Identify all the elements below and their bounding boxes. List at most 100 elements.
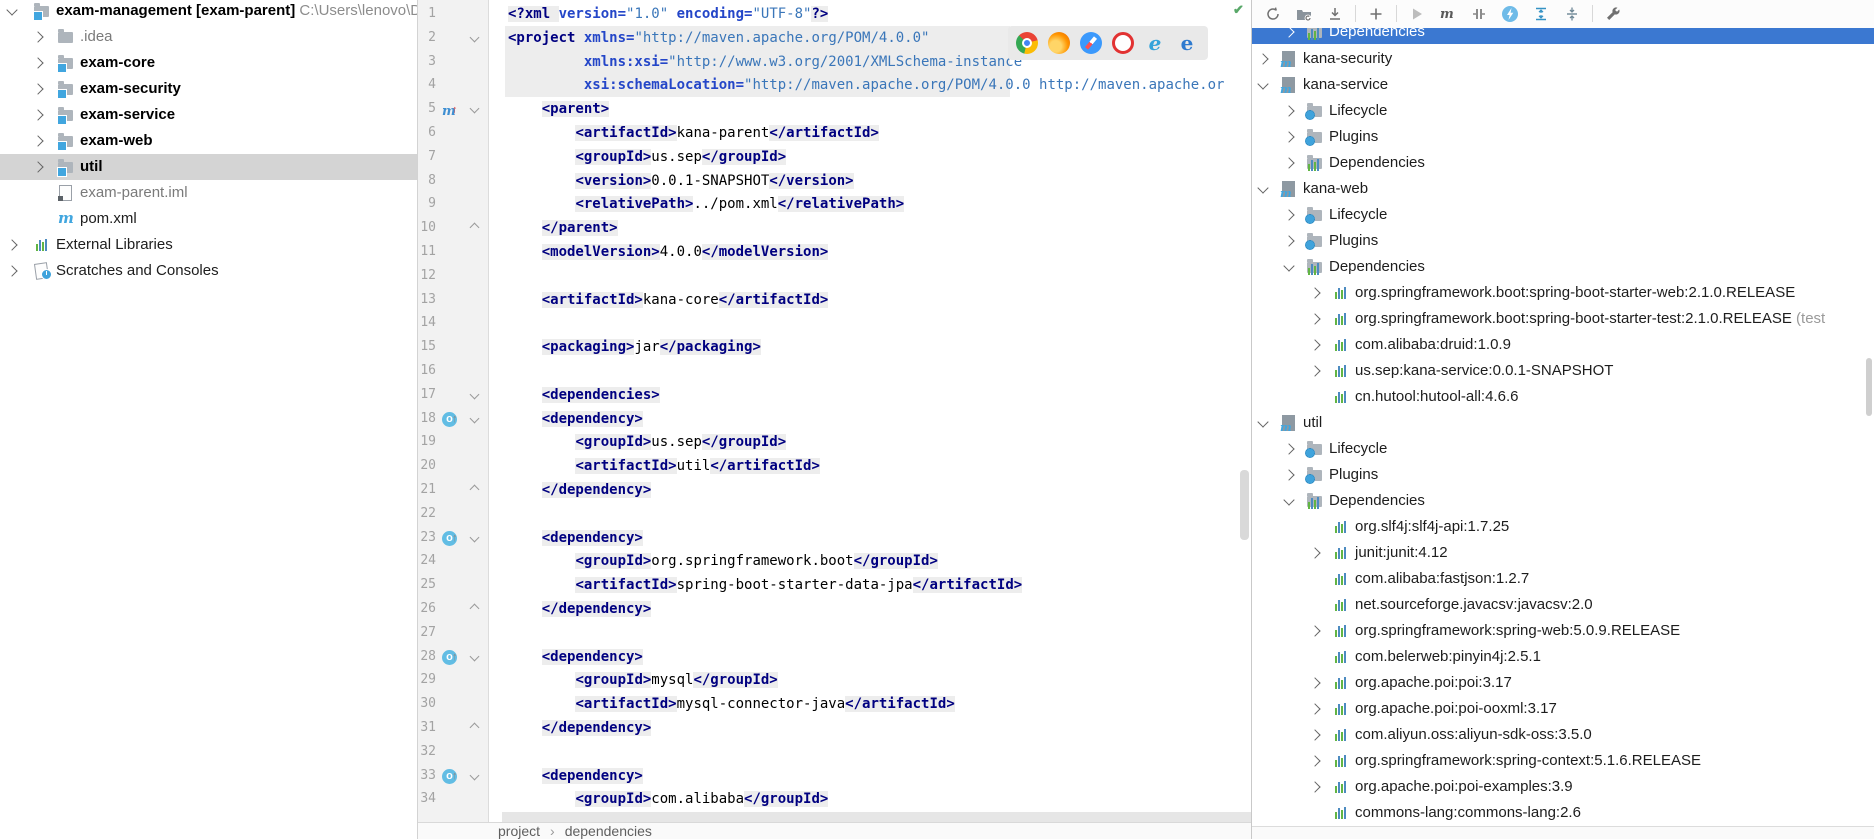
project-tree-row[interactable]: .idea [0,24,417,50]
run-button[interactable] [1406,4,1428,24]
code-line[interactable]: 22 [418,502,1251,526]
project-tree-row[interactable]: exam-service [0,102,417,128]
maven-tree-row[interactable]: org.slf4j:slf4j-api:1.7.25 [1252,514,1874,540]
expand-all-button[interactable] [1530,4,1552,24]
code-line[interactable]: 30 <artifactId>mysql-connector-java</art… [418,692,1251,716]
fold-open-icon[interactable] [470,532,480,542]
safari-icon[interactable] [1080,32,1102,54]
code-line[interactable]: 16 [418,359,1251,383]
fold-open-icon[interactable] [470,389,480,399]
maven-tree-row[interactable]: com.alibaba:druid:1.0.9 [1252,332,1874,358]
maven-tree-row[interactable]: Lifecycle [1252,98,1874,124]
code-line[interactable]: 23o↑ <dependency> [418,526,1251,550]
chevron-right-icon[interactable] [1309,547,1320,558]
maven-tree-row[interactable]: Plugins [1252,124,1874,150]
execute-goal-button[interactable]: m [1437,4,1459,24]
fold-open-icon[interactable] [470,413,480,423]
code-line[interactable]: 6 <artifactId>kana-parent</artifactId> [418,121,1251,145]
project-tree-row[interactable]: exam-web [0,128,417,154]
chevron-right-icon[interactable] [1309,729,1320,740]
inspection-ok-icon[interactable]: ✔ [1233,2,1244,18]
maven-tree-row[interactable]: org.springframework:spring-web:5.0.9.REL… [1252,618,1874,644]
code-line[interactable]: 20 <artifactId>util</artifactId> [418,454,1251,478]
maven-tree-row[interactable]: Lifecycle [1252,202,1874,228]
chevron-right-icon[interactable] [1309,755,1320,766]
chevron-right-icon[interactable] [1283,157,1294,168]
code-line[interactable]: 14 [418,311,1251,335]
ie-icon[interactable]: e [1144,32,1166,54]
fold-close-icon[interactable] [470,723,480,733]
code-line[interactable]: 18o↑ <dependency> [418,407,1251,431]
fold-open-icon[interactable] [470,32,480,42]
code-line[interactable]: 10 </parent> [418,216,1251,240]
editor-scrollbar[interactable] [1240,470,1249,540]
maven-tree-row[interactable]: org.springframework:spring-context:5.1.6… [1252,748,1874,774]
code-line[interactable]: 7 <groupId>us.sep</groupId> [418,145,1251,169]
override-gutter-icon[interactable]: o↑ [442,410,460,428]
fold-open-icon[interactable] [470,104,480,114]
override-gutter-icon[interactable]: o↑ [442,648,460,666]
project-tree-row[interactable]: exam-management [exam-parent] C:\Users\l… [0,0,417,24]
maven-hscrollbar[interactable] [1252,826,1874,839]
code-line[interactable]: 33o↑ <dependency> [418,764,1251,788]
project-tree-row[interactable]: exam-parent.iml [0,180,417,206]
collapse-all-button[interactable] [1561,4,1583,24]
code-line[interactable]: 28o↑ <dependency> [418,645,1251,669]
maven-tree-row[interactable]: commons-lang:commons-lang:2.6 [1252,800,1874,826]
project-tree-row[interactable]: exam-security [0,76,417,102]
code-line[interactable]: 32 [418,740,1251,764]
maven-tree-row[interactable]: Lifecycle [1252,436,1874,462]
code-line[interactable]: 34 <groupId>com.alibaba</groupId> [418,787,1251,811]
chevron-right-icon[interactable] [1283,469,1294,480]
maven-tree-row[interactable]: us.sep:kana-service:0.0.1-SNAPSHOT [1252,358,1874,384]
fold-close-icon[interactable] [470,604,480,614]
edge-icon[interactable]: e [1176,32,1198,54]
add-maven-project-button[interactable] [1365,4,1387,24]
skip-tests-button[interactable] [1499,4,1521,24]
chevron-right-icon[interactable] [1309,677,1320,688]
chevron-down-icon[interactable] [6,4,17,15]
fold-close-icon[interactable] [470,223,480,233]
code-line[interactable]: 25 <artifactId>spring-boot-starter-data-… [418,573,1251,597]
maven-tree-row[interactable]: com.aliyun.oss:aliyun-sdk-oss:3.5.0 [1252,722,1874,748]
maven-tree-row[interactable]: org.springframework.boot:spring-boot-sta… [1252,306,1874,332]
maven-tree-row[interactable]: net.sourceforge.javacsv:javacsv:2.0 [1252,592,1874,618]
project-tree-row[interactable]: exam-core [0,50,417,76]
code-line[interactable]: 15 <packaging>jar</packaging> [418,335,1251,359]
chevron-right-icon[interactable] [1283,105,1294,116]
chevron-down-icon[interactable] [1257,182,1268,193]
maven-tree-row[interactable]: mkana-web [1252,176,1874,202]
maven-tree-row[interactable]: org.apache.poi:poi-ooxml:3.17 [1252,696,1874,722]
maven-tree-row[interactable]: org.apache.poi:poi-examples:3.9 [1252,774,1874,800]
code-line[interactable]: 31 </dependency> [418,716,1251,740]
reimport-button[interactable] [1262,4,1284,24]
chevron-right-icon[interactable] [1309,287,1320,298]
chevron-right-icon[interactable] [1283,209,1294,220]
maven-tree-row[interactable]: org.springframework.boot:spring-boot-sta… [1252,280,1874,306]
chevron-right-icon[interactable] [1309,625,1320,636]
generate-sources-button[interactable] [1293,4,1315,24]
code-line[interactable]: 17 <dependencies> [418,383,1251,407]
maven-tree-row[interactable]: Plugins [1252,462,1874,488]
maven-parent-gutter-icon[interactable]: m↑ [442,100,460,118]
maven-tree-row[interactable]: com.belerweb:pinyin4j:2.5.1 [1252,644,1874,670]
opera-icon[interactable] [1112,32,1134,54]
code-line[interactable]: 29 <groupId>mysql</groupId> [418,668,1251,692]
code-line[interactable]: 5m↑ <parent> [418,97,1251,121]
maven-tree-row[interactable]: cn.hutool:hutool-all:4.6.6 [1252,384,1874,410]
maven-tree-row[interactable]: mutil [1252,410,1874,436]
maven-tree-row[interactable]: Plugins [1252,228,1874,254]
maven-tree-row[interactable]: Dependencies [1252,254,1874,280]
maven-scrollbar[interactable] [1866,358,1872,416]
chrome-icon[interactable] [1016,32,1038,54]
code-line[interactable]: 27 [418,621,1251,645]
chevron-right-icon[interactable] [6,239,17,250]
code-line[interactable]: 19 <groupId>us.sep</groupId> [418,430,1251,454]
chevron-right-icon[interactable] [1283,443,1294,454]
override-gutter-icon[interactable]: o↑ [442,529,460,547]
project-tree-row[interactable]: Scratches and Consoles [0,258,417,284]
chevron-right-icon[interactable] [1309,703,1320,714]
maven-tree-row[interactable]: Dependencies [1252,150,1874,176]
maven-tree-row[interactable]: mkana-security [1252,46,1874,72]
chevron-right-icon[interactable] [1283,235,1294,246]
